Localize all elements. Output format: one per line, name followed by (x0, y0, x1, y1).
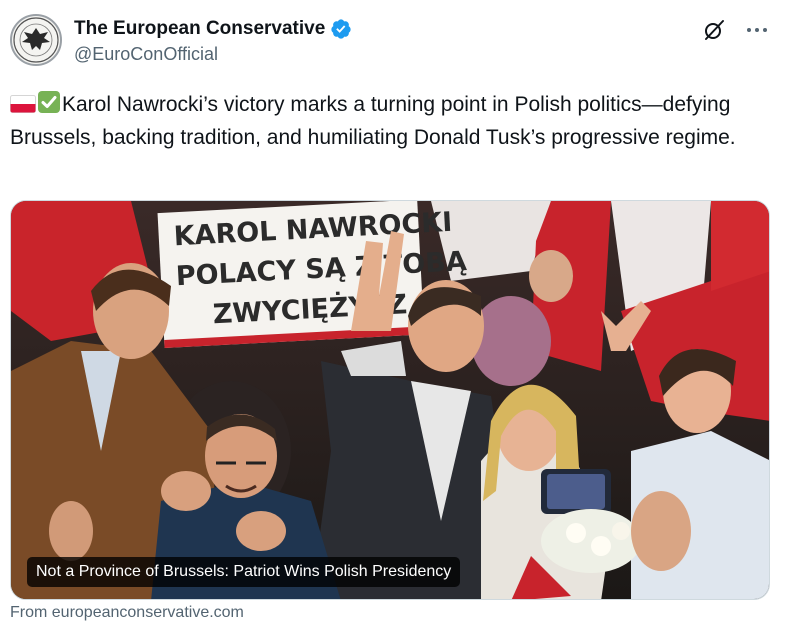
display-name[interactable]: The European Conservative (74, 18, 325, 40)
tweet-text: Karol Nawrocki’s victory marks a turning… (10, 90, 770, 153)
tweet-body: Karol Nawrocki’s victory marks a turning… (10, 93, 736, 149)
verified-badge-icon[interactable] (330, 18, 352, 40)
check-mark-emoji (37, 90, 61, 123)
card-source-link[interactable]: From europeanconservative.com (10, 604, 244, 622)
link-card[interactable]: KAROL NAWROCKI POLACY SĄ Z TOBĄ ZWYCIĘŻY… (10, 200, 770, 600)
card-title[interactable]: Not a Province of Brussels: Patriot Wins… (27, 557, 461, 587)
avatar[interactable] (10, 14, 62, 66)
poland-flag-emoji (10, 93, 36, 123)
tweet-header: The European Conservative @EuroConOffici… (10, 14, 776, 70)
grok-icon[interactable] (702, 18, 726, 42)
more-icon[interactable] (746, 27, 768, 33)
handle[interactable]: @EuroConOfficial (74, 44, 352, 65)
eagle-logo-icon (13, 17, 59, 63)
card-photo: KAROL NAWROCKI POLACY SĄ Z TOBĄ ZWYCIĘŻY… (11, 201, 769, 599)
